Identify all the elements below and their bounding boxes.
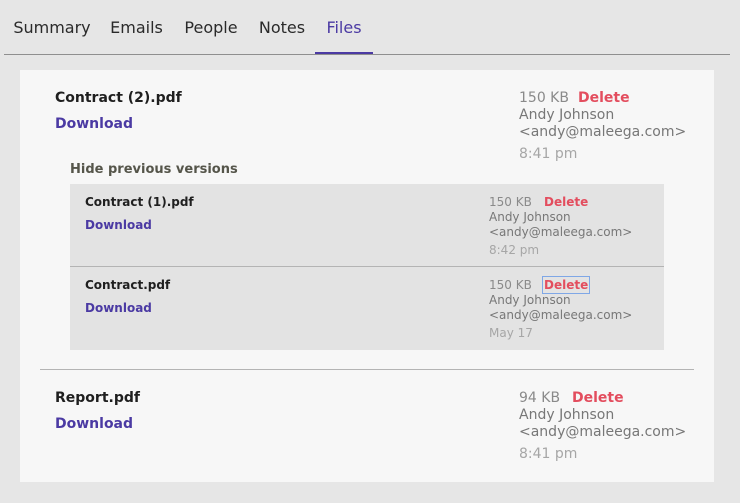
version-delete-button[interactable]: Delete <box>541 276 591 294</box>
files-panel: Contract (2).pdf Download 150 KB Delete … <box>20 70 714 482</box>
version-author-email: <andy@maleega.com> <box>489 308 633 322</box>
file-author: Andy Johnson <box>519 107 615 123</box>
version-file-name: Contract (1).pdf <box>85 195 194 209</box>
tab-summary[interactable]: Summary <box>4 18 100 54</box>
download-link[interactable]: Download <box>55 416 133 432</box>
version-author-email: <andy@maleega.com> <box>489 225 633 239</box>
file-name: Contract (2).pdf <box>55 90 182 106</box>
delete-button[interactable]: Delete <box>578 90 630 106</box>
tab-bar: Summary Emails People Notes Files <box>4 0 730 55</box>
file-size: 150 KB <box>519 90 569 106</box>
tab-files[interactable]: Files <box>315 18 373 54</box>
hide-previous-versions-toggle[interactable]: Hide previous versions <box>70 162 238 177</box>
tab-emails[interactable]: Emails <box>100 18 173 54</box>
version-divider <box>70 266 664 267</box>
file-name: Report.pdf <box>55 390 140 406</box>
file-author: Andy Johnson <box>519 407 615 423</box>
file-author-email: <andy@maleega.com> <box>519 124 687 140</box>
file-author-email: <andy@maleega.com> <box>519 424 687 440</box>
version-download-link[interactable]: Download <box>85 218 152 232</box>
version-time: May 17 <box>489 326 533 340</box>
version-file-name: Contract.pdf <box>85 278 171 292</box>
version-file-size: 150 KB <box>489 278 532 292</box>
tab-notes[interactable]: Notes <box>249 18 315 54</box>
version-delete-button[interactable]: Delete <box>544 195 588 209</box>
version-file-size: 150 KB <box>489 195 532 209</box>
previous-versions-list: Contract (1).pdf Download 150 KB Delete … <box>70 184 664 350</box>
tab-people[interactable]: People <box>173 18 249 54</box>
version-download-link[interactable]: Download <box>85 301 152 315</box>
version-author: Andy Johnson <box>489 210 571 224</box>
file-time: 8:41 pm <box>519 446 578 462</box>
file-divider <box>40 369 694 370</box>
file-size: 94 KB <box>519 390 561 406</box>
delete-button[interactable]: Delete <box>572 390 624 406</box>
version-author: Andy Johnson <box>489 293 571 307</box>
file-time: 8:41 pm <box>519 146 578 162</box>
download-link[interactable]: Download <box>55 116 133 132</box>
version-time: 8:42 pm <box>489 243 540 257</box>
